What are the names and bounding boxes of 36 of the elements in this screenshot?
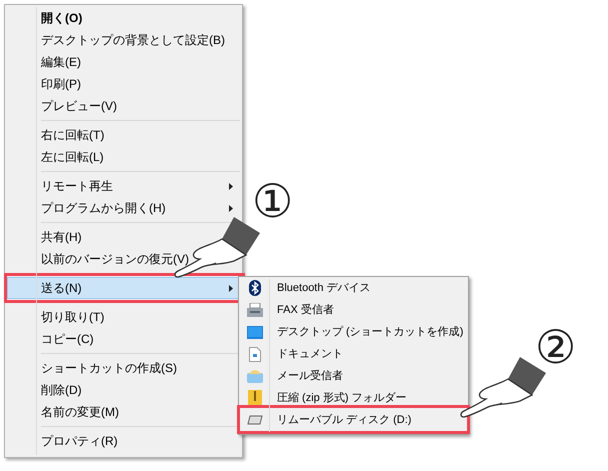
menu-item[interactable]: 名前の変更(M) [41,403,119,421]
menu-item[interactable]: リモート再生 [7,175,240,197]
menu-item[interactable]: プレビュー(V) [41,97,117,115]
menu-item[interactable]: 印刷(P) [41,75,81,93]
submenu-arrow-icon [229,204,233,212]
menu-item[interactable]: 共有(H) [41,228,82,246]
step-number: ① [252,178,293,224]
menu-item[interactable]: デスクトップ (ショートカットを作成) [241,321,466,343]
menu-item[interactable]: 右に回転(T) [41,126,104,144]
step-number: ② [535,324,576,370]
menu-item[interactable]: コピー(C) [41,330,94,348]
menu-item[interactable]: 左に回転(L) [41,148,104,166]
menu-item[interactable]: 削除(D) [41,381,82,399]
fax-icon [247,303,263,317]
menu-item[interactable]: プログラムから開く(H) [7,197,240,219]
menu-item[interactable]: ドキュメント [241,343,466,365]
document-icon [249,346,261,362]
mail-icon [247,369,263,383]
menu-item[interactable]: 編集(E) [41,53,81,71]
submenu-arrow-icon [229,182,233,190]
desktop-icon [247,326,263,338]
menu-item[interactable]: リムーバブル ディスク (D:) [241,409,466,431]
menu-item[interactable]: 圧縮 (zip 形式) フォルダー [241,387,466,409]
menu-item[interactable]: Bluetooth デバイス [241,277,466,299]
drive-icon [247,415,263,425]
menu-item[interactable]: デスクトップの背景として設定(B) [41,31,225,49]
submenu-arrow-icon [229,284,233,292]
menu-item[interactable]: 開く(O) [41,9,82,27]
menu-item[interactable]: メール受信者 [241,365,466,387]
menu-item[interactable]: 以前のバージョンの復元(V) [41,250,189,268]
menu-item[interactable]: FAX 受信者 [241,299,466,321]
bluetooth-icon [249,280,261,296]
zip-folder-icon [248,390,262,406]
menu-item[interactable]: ショートカットの作成(S) [41,359,177,377]
menu-item[interactable]: プロパティ(R) [41,432,118,450]
menu-item[interactable]: 切り取り(T) [41,308,104,326]
